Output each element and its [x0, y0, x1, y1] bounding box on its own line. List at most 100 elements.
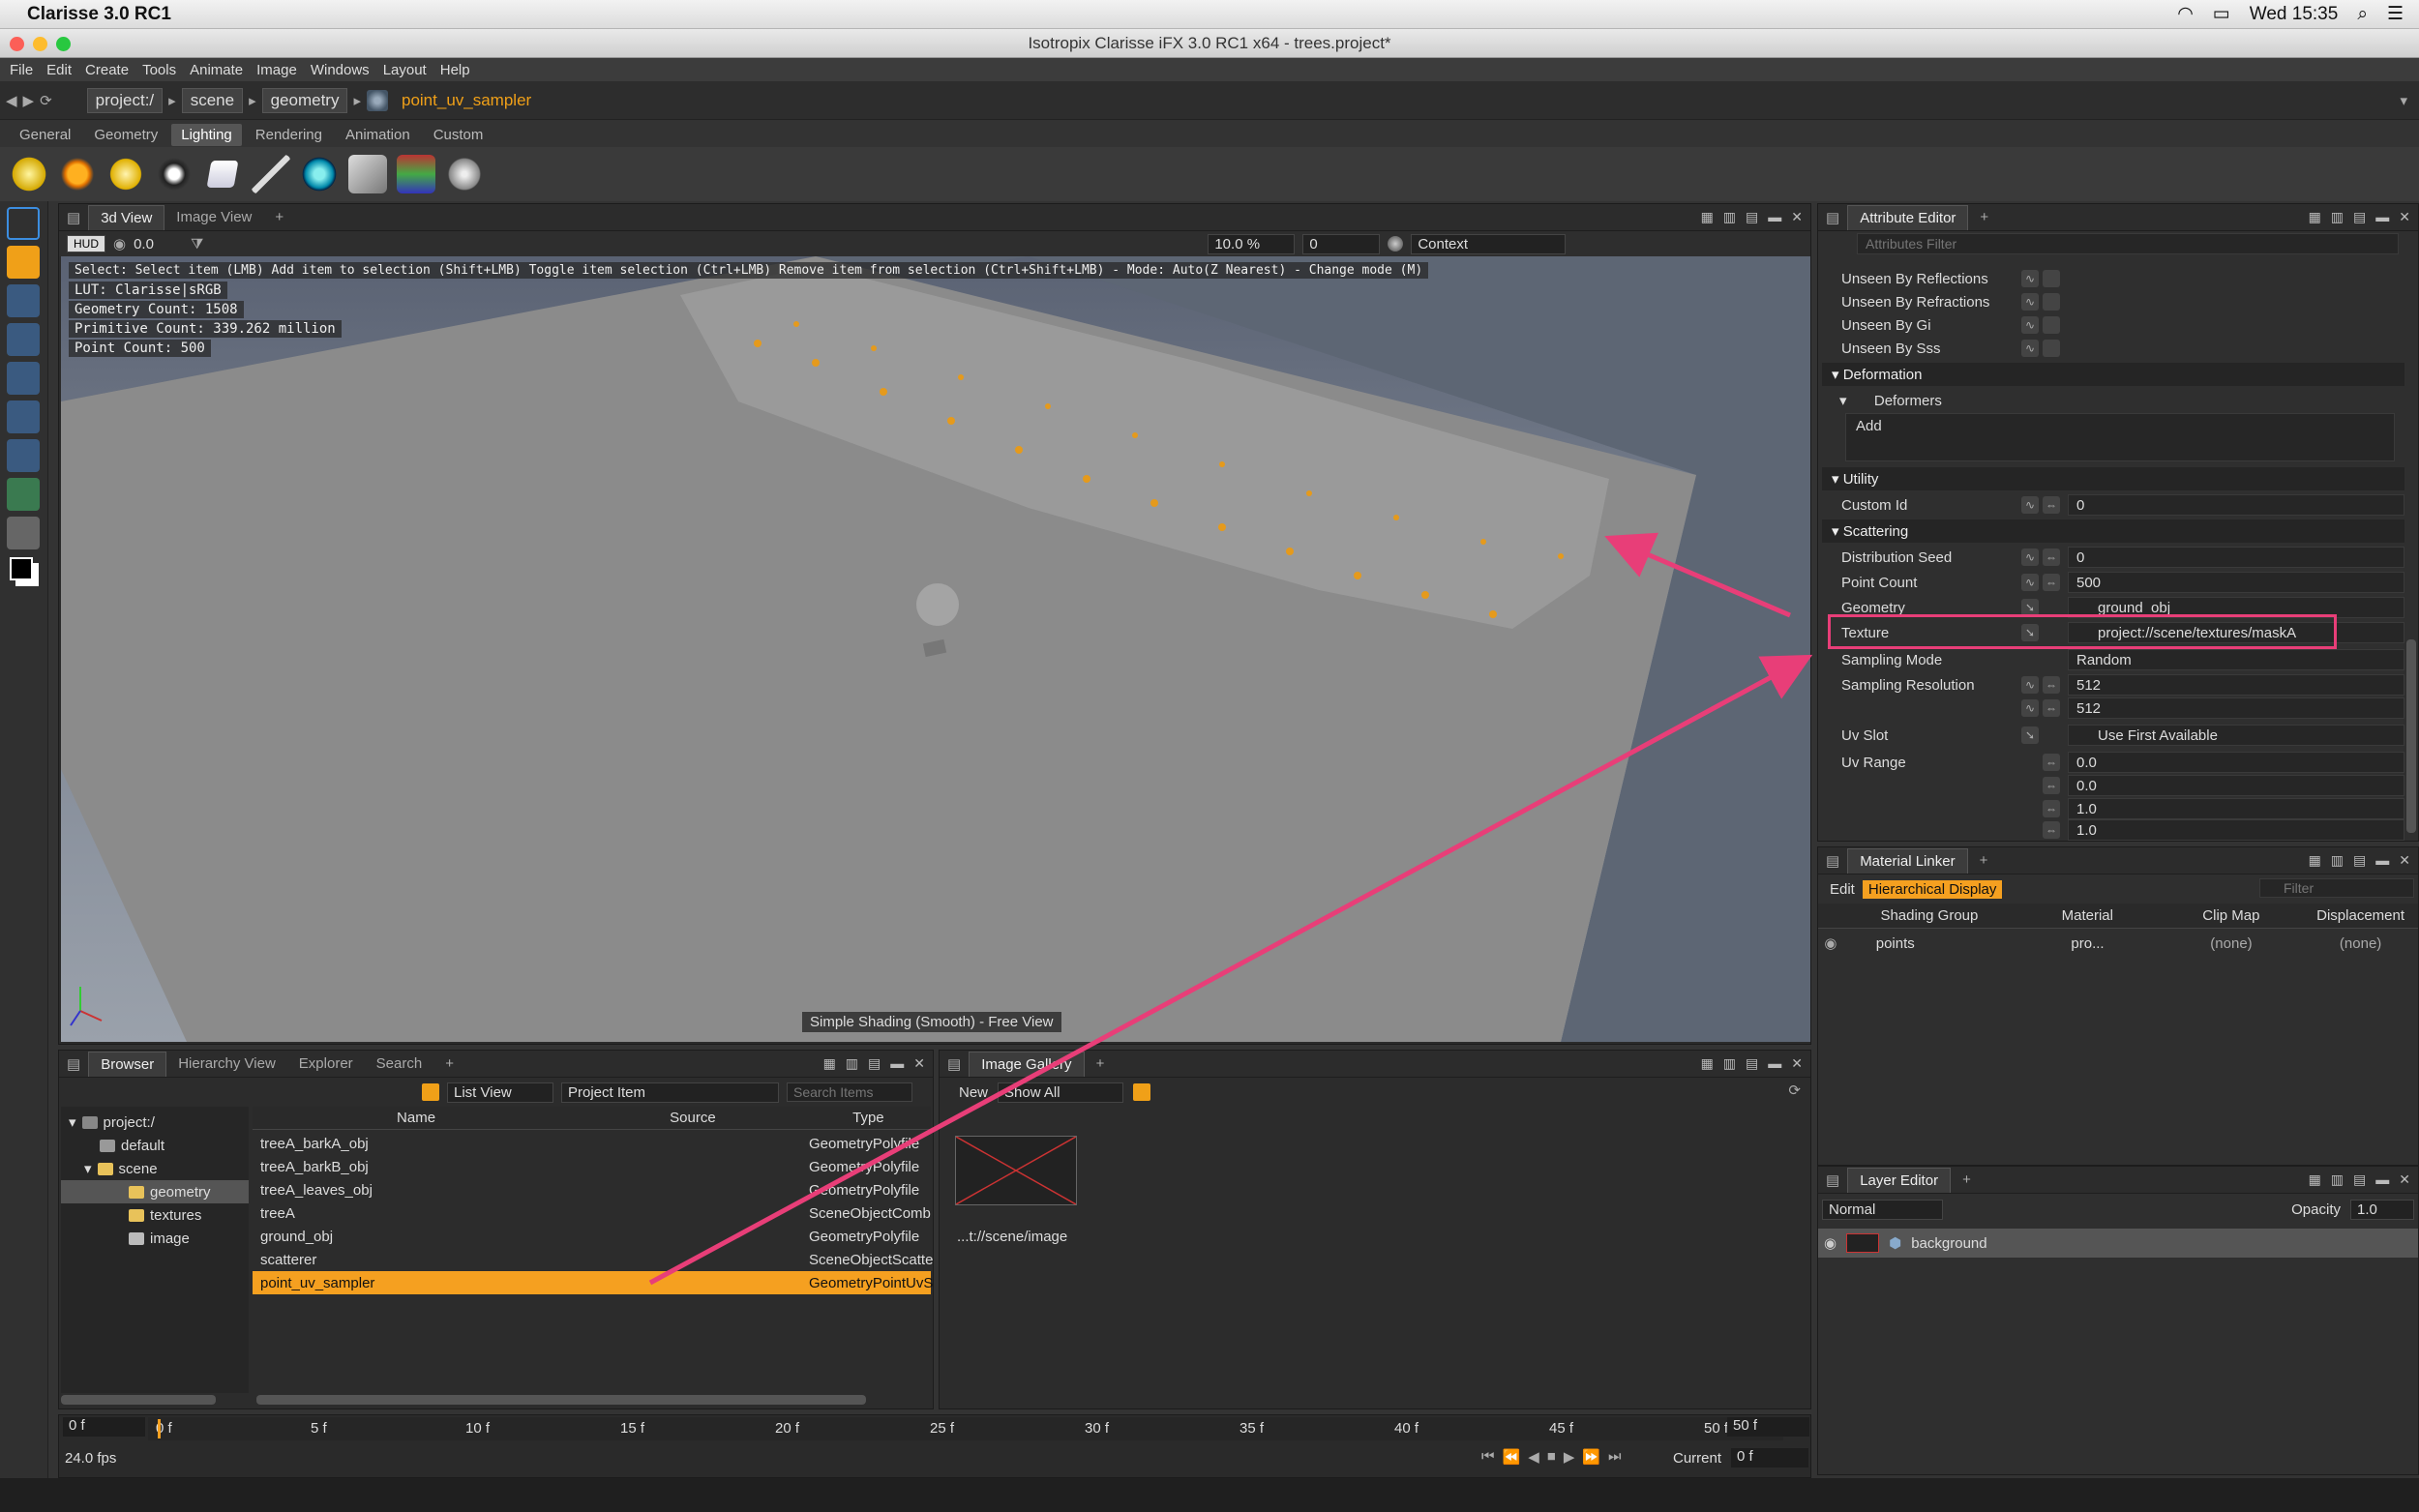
menu-animate[interactable]: Animate	[190, 62, 243, 78]
panel-menu-icon[interactable]: ▤	[59, 209, 88, 226]
tab-geometry[interactable]: Geometry	[84, 124, 167, 146]
close-icon[interactable]: ✕	[1791, 209, 1803, 225]
area-light-icon[interactable]	[206, 161, 239, 188]
add-tab-button[interactable]: +	[263, 205, 295, 229]
table-row[interactable]: treeA_leaves_obj GeometryPolyfile	[253, 1178, 931, 1201]
table-row[interactable]: treeA_barkA_obj GeometryPolyfile	[253, 1132, 931, 1155]
last-frame-icon[interactable]: ⏭	[1608, 1448, 1622, 1466]
show-all-select[interactable]: Show All	[998, 1082, 1124, 1103]
slider-icon[interactable]: ⇔	[2043, 777, 2060, 794]
clock[interactable]: Wed 15:35	[2250, 4, 2339, 25]
refresh-icon[interactable]: ⟳	[1788, 1082, 1801, 1099]
table-row[interactable]: treeA SceneObjectComb	[253, 1201, 931, 1225]
animate-icon[interactable]: ∿	[2021, 340, 2039, 357]
col-clip-map[interactable]: Clip Map	[2160, 907, 2304, 924]
menu-edit[interactable]: Edit	[46, 62, 72, 78]
play-icon[interactable]: ▶	[1564, 1448, 1575, 1466]
split-h-icon[interactable]: ▥	[2331, 852, 2344, 869]
add-tab-button[interactable]: +	[433, 1052, 465, 1076]
split-h-icon[interactable]: ▥	[1723, 1055, 1736, 1072]
attribute-scrollbar[interactable]	[2406, 639, 2416, 833]
list-view-select[interactable]: List View	[447, 1082, 553, 1103]
material-filter-input[interactable]	[2259, 878, 2414, 898]
layer-name[interactable]: background	[1911, 1235, 1986, 1252]
tab-rendering[interactable]: Rendering	[246, 124, 332, 146]
tab-animation[interactable]: Animation	[336, 124, 420, 146]
point-light-icon[interactable]	[10, 155, 48, 193]
maximize-icon[interactable]: ▬	[1768, 209, 1781, 225]
select-tool-icon[interactable]	[7, 246, 40, 279]
link-icon[interactable]: ➘	[2021, 726, 2039, 744]
attr-sampling-resolution[interactable]: Sampling Resolution ∿ ⇔ 512	[1818, 672, 2418, 697]
tab-explorer[interactable]: Explorer	[287, 1052, 365, 1076]
timeline-ruler[interactable]: 0 f5 f 10 f 15 f 20 f 25 f 30 f 35 f 40 f 45 f 50…	[148, 1417, 1783, 1440]
attr-unseen-by-refractions[interactable]: Unseen By Refractions ∿	[1818, 289, 2418, 314]
table-row-selected[interactable]: point_uv_sampler GeometryPointUvS	[253, 1271, 933, 1294]
tree-textures[interactable]: textures	[129, 1203, 201, 1227]
minimize-window-button[interactable]	[33, 37, 47, 51]
back-icon[interactable]: ◀	[6, 92, 17, 109]
attr-point-count[interactable]: Point Count ∿ ⇔ 500	[1818, 570, 2418, 595]
forward-icon[interactable]: ▶	[23, 92, 35, 109]
collapse-icon[interactable]: ▾	[69, 1113, 76, 1131]
start-frame-field[interactable]: 0 f	[63, 1417, 145, 1437]
tree-geometry[interactable]: geometry	[61, 1180, 249, 1203]
add-tab-button[interactable]: +	[1085, 1052, 1117, 1076]
split-v-icon[interactable]: ▤	[2353, 852, 2366, 869]
animate-icon[interactable]: ∿	[2021, 270, 2039, 287]
next-key-icon[interactable]: ⏩	[1582, 1448, 1600, 1466]
section-deformation[interactable]: ▾ Deformation	[1822, 363, 2404, 386]
camera-tool-icon[interactable]	[7, 439, 40, 472]
attr-custom-id[interactable]: Custom Id ∿ ⇔ 0	[1818, 492, 2418, 518]
split-h-icon[interactable]: ▥	[1723, 209, 1736, 225]
split-v-icon[interactable]: ▤	[1746, 1055, 1758, 1072]
transform-tool-icon[interactable]	[7, 400, 40, 433]
stop-icon[interactable]: ■	[1547, 1448, 1556, 1466]
tab-material-linker[interactable]: Material Linker	[1847, 847, 1968, 874]
close-icon[interactable]: ✕	[1791, 1055, 1803, 1072]
col-material[interactable]: Material	[2016, 907, 2160, 924]
tab-search[interactable]: Search	[365, 1052, 434, 1076]
animate-icon[interactable]: ∿	[2021, 293, 2039, 311]
maximize-icon[interactable]: ▬	[2375, 209, 2389, 225]
maximize-icon[interactable]: ▬	[2375, 1171, 2389, 1188]
sphere-light-icon[interactable]	[300, 155, 339, 193]
animate-icon[interactable]: ∿	[2021, 496, 2039, 514]
split-v-icon[interactable]: ▤	[868, 1055, 881, 1072]
tab-lighting[interactable]: Lighting	[171, 123, 242, 146]
battery-icon[interactable]: ▭	[2213, 3, 2230, 25]
frame-field[interactable]: 0	[1302, 233, 1381, 254]
slider-icon[interactable]: ⇔	[2043, 676, 2060, 694]
panel-menu-icon[interactable]: ▤	[940, 1055, 969, 1073]
panel-menu-icon[interactable]: ▤	[1818, 209, 1847, 226]
new-button[interactable]: New	[947, 1084, 988, 1101]
rotate-tool-icon[interactable]	[7, 323, 40, 356]
viewport[interactable]: Select: Select item (LMB) Add item to se…	[61, 256, 1810, 1042]
tree-image[interactable]: image	[129, 1227, 190, 1250]
prev-frame-icon[interactable]: ◀	[1528, 1448, 1539, 1466]
col-name[interactable]: Name	[253, 1110, 580, 1126]
visibility-eye-icon[interactable]: ◉	[1824, 1234, 1837, 1252]
new-item-icon[interactable]	[422, 1083, 439, 1101]
filter-icon[interactable]: ⧩	[191, 236, 203, 252]
crumb-point-uv-sampler[interactable]: point_uv_sampler	[394, 89, 539, 112]
hierarchical-display-toggle[interactable]: Hierarchical Display	[1862, 879, 2003, 899]
search-icon[interactable]: ⌕	[2357, 4, 2368, 25]
section-scattering[interactable]: ▾ Scattering	[1822, 519, 2404, 543]
table-scrollbar[interactable]	[256, 1395, 866, 1405]
add-tab-button[interactable]: +	[1968, 848, 2000, 873]
checkbox[interactable]	[2043, 340, 2060, 357]
spot-light-icon[interactable]	[106, 155, 145, 193]
close-icon[interactable]: ✕	[2399, 209, 2410, 225]
attr-sampling-resolution-y[interactable]: ∿ ⇔ 512	[1818, 696, 2418, 721]
first-frame-icon[interactable]: ⏮	[1481, 1448, 1495, 1466]
animate-icon[interactable]: ∿	[2021, 574, 2039, 591]
prev-key-icon[interactable]: ⏪	[1503, 1448, 1521, 1466]
checkbox[interactable]	[2043, 270, 2060, 287]
tree-project[interactable]: ▾ project:/	[69, 1111, 155, 1134]
table-row[interactable]: scatterer SceneObjectScatte	[253, 1248, 933, 1271]
menu-help[interactable]: Help	[440, 62, 470, 78]
add-tab-button[interactable]: +	[1968, 205, 2000, 229]
attr-unseen-by-reflections[interactable]: Unseen By Reflections ∿	[1818, 266, 2418, 291]
context-select[interactable]: Context	[1411, 233, 1567, 254]
